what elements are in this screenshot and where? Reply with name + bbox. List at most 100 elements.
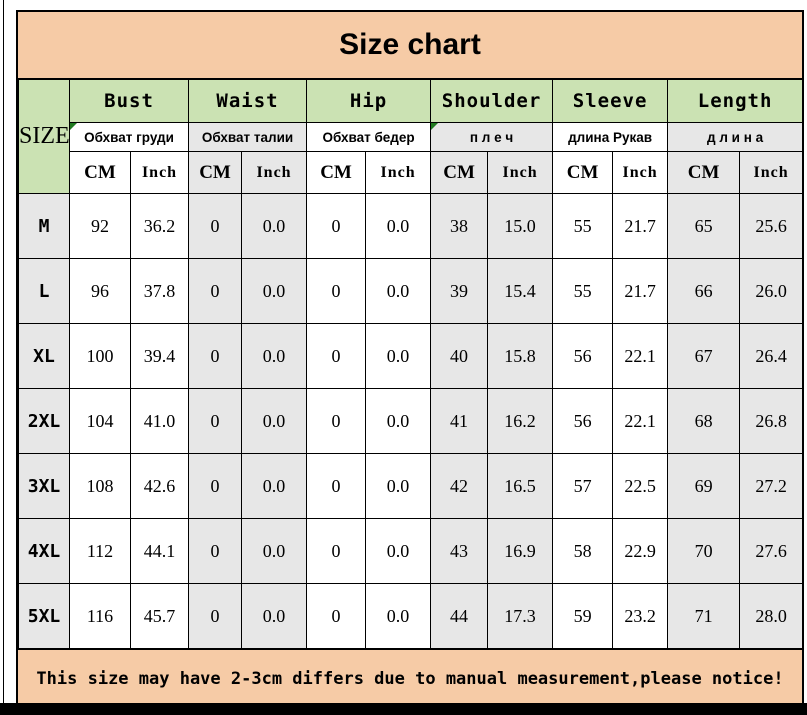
measurement-cell: 26.4 (740, 324, 803, 389)
measurement-cell: 112 (70, 519, 131, 584)
size-row-label: 3XL (19, 454, 70, 519)
measurement-cell: 0.0 (242, 519, 307, 584)
measurement-cell: 41 (431, 389, 488, 454)
measurement-cell: 68 (668, 389, 740, 454)
measurement-cell: 0.0 (366, 519, 431, 584)
measurement-cell: 116 (70, 584, 131, 649)
measurement-cell: 71 (668, 584, 740, 649)
measurement-cell: 0.0 (366, 194, 431, 259)
measurement-cell: 67 (668, 324, 740, 389)
measurement-cell: 45.7 (131, 584, 189, 649)
measurement-cell: 0.0 (242, 389, 307, 454)
subheader-bust: Обхват груди (70, 123, 189, 152)
unit-header-inch: Inch (488, 152, 553, 194)
measurement-cell: 65 (668, 194, 740, 259)
measurement-cell: 104 (70, 389, 131, 454)
size-row-label: 5XL (19, 584, 70, 649)
measurement-cell: 15.8 (488, 324, 553, 389)
table-row: 3XL 108 42.6 0 0.0 0 0.0 42 16.5 57 22.5… (19, 454, 803, 519)
subheader-row: Обхват груди Обхват талии Обхват бедер п… (19, 123, 803, 152)
measurement-cell: 0 (307, 389, 366, 454)
unit-header-inch: Inch (613, 152, 668, 194)
subheader-bust-text: Обхват груди (84, 130, 174, 145)
unit-header-cm: CM (189, 152, 242, 194)
measurement-cell: 16.2 (488, 389, 553, 454)
size-row-label: 2XL (19, 389, 70, 454)
subheader-waist-text: Обхват талии (202, 130, 293, 145)
measurement-cell: 56 (553, 389, 613, 454)
group-header-waist: Waist (189, 80, 307, 123)
measurement-cell: 0 (189, 389, 242, 454)
notice-text: This size may have 2-3cm differs due to … (18, 649, 802, 707)
table-row: XL 100 39.4 0 0.0 0 0.0 40 15.8 56 22.1 … (19, 324, 803, 389)
subheader-sleeve-text: длина Рукав (568, 130, 652, 145)
measurement-cell: 25.6 (740, 194, 803, 259)
group-header-bust: Bust (70, 80, 189, 123)
size-column-header: SIZE (19, 80, 70, 194)
unit-header-cm: CM (307, 152, 366, 194)
measurement-cell: 0.0 (366, 324, 431, 389)
measurement-cell: 0.0 (366, 584, 431, 649)
measurement-cell: 0.0 (242, 584, 307, 649)
measurement-cell: 57 (553, 454, 613, 519)
subheader-hip-text: Обхват бедер (322, 130, 414, 145)
measurement-cell: 108 (70, 454, 131, 519)
measurement-cell: 0 (307, 584, 366, 649)
measurement-cell: 17.3 (488, 584, 553, 649)
measurement-cell: 16.5 (488, 454, 553, 519)
table-row: M 92 36.2 0 0.0 0 0.0 38 15.0 55 21.7 65… (19, 194, 803, 259)
measurement-cell: 44.1 (131, 519, 189, 584)
measurement-cell: 0.0 (366, 454, 431, 519)
measurement-cell: 16.9 (488, 519, 553, 584)
cell-flag-icon (70, 123, 77, 130)
measurement-cell: 0 (307, 259, 366, 324)
measurement-cell: 41.0 (131, 389, 189, 454)
size-chart-title: Size chart (18, 12, 802, 79)
measurement-cell: 21.7 (613, 259, 668, 324)
measurement-cell: 28.0 (740, 584, 803, 649)
table-row: 2XL 104 41.0 0 0.0 0 0.0 41 16.2 56 22.1… (19, 389, 803, 454)
measurement-cell: 0 (189, 194, 242, 259)
measurement-cell: 37.8 (131, 259, 189, 324)
size-chart-sheet: Size chart SIZE Bust Waist Hip Shoulder … (16, 10, 804, 709)
table-row: 4XL 112 44.1 0 0.0 0 0.0 43 16.9 58 22.9… (19, 519, 803, 584)
subheader-sleeve: длина Рукав (553, 123, 668, 152)
unit-header-cm: CM (668, 152, 740, 194)
measurement-cell: 0.0 (242, 194, 307, 259)
measurement-cell: 27.2 (740, 454, 803, 519)
size-chart-table: SIZE Bust Waist Hip Shoulder Sleeve Leng… (18, 79, 803, 649)
unit-header-row: CM Inch CM Inch CM Inch CM Inch CM Inch … (19, 152, 803, 194)
group-header-hip: Hip (307, 80, 431, 123)
measurement-cell: 0 (307, 194, 366, 259)
subheader-waist: Обхват талии (189, 123, 307, 152)
size-row-label: M (19, 194, 70, 259)
measurement-cell: 55 (553, 194, 613, 259)
measurement-cell: 15.4 (488, 259, 553, 324)
size-row-label: L (19, 259, 70, 324)
measurement-cell: 0 (189, 519, 242, 584)
measurement-cell: 0 (189, 324, 242, 389)
group-header-row: SIZE Bust Waist Hip Shoulder Sleeve Leng… (19, 80, 803, 123)
measurement-cell: 96 (70, 259, 131, 324)
measurement-cell: 39 (431, 259, 488, 324)
subheader-hip: Обхват бедер (307, 123, 431, 152)
measurement-cell: 39.4 (131, 324, 189, 389)
table-row: 5XL 116 45.7 0 0.0 0 0.0 44 17.3 59 23.2… (19, 584, 803, 649)
subheader-shoulder: п л е ч (431, 123, 553, 152)
measurement-cell: 69 (668, 454, 740, 519)
measurement-cell: 56 (553, 324, 613, 389)
measurement-cell: 0 (307, 519, 366, 584)
measurement-cell: 38 (431, 194, 488, 259)
measurement-cell: 40 (431, 324, 488, 389)
measurement-cell: 42 (431, 454, 488, 519)
left-edge-line (3, 0, 4, 715)
subheader-length-text: д л и н а (707, 130, 763, 145)
measurement-cell: 22.9 (613, 519, 668, 584)
size-row-label: 4XL (19, 519, 70, 584)
unit-header-cm: CM (553, 152, 613, 194)
table-row: L 96 37.8 0 0.0 0 0.0 39 15.4 55 21.7 66… (19, 259, 803, 324)
measurement-cell: 0 (307, 324, 366, 389)
measurement-cell: 0.0 (242, 324, 307, 389)
subheader-length: д л и н а (668, 123, 803, 152)
measurement-cell: 100 (70, 324, 131, 389)
